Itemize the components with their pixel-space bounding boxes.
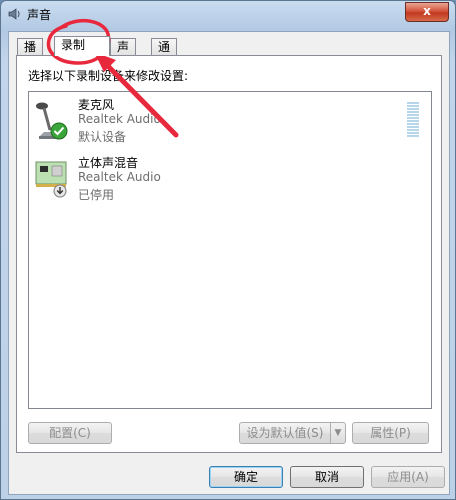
device-driver: Realtek Audio xyxy=(78,170,161,184)
device-name: 麦克风 xyxy=(78,98,115,112)
window-title: 声音 xyxy=(27,8,52,22)
sound-dialog: 声音 x 播放 录制 声音 通信 选择以下录制设备来修改设置: xyxy=(0,0,456,500)
device-status: 默认设备 xyxy=(78,130,127,144)
list-item-stereo-mix[interactable]: 立体声混音 Realtek Audio 已停用 xyxy=(29,154,409,210)
device-name: 立体声混音 xyxy=(78,156,139,170)
tab-playback[interactable]: 播放 xyxy=(17,38,44,70)
recording-panel: 选择以下录制设备来修改设置: 麦克风 Realtek Audio 默认设备 立体… xyxy=(16,55,442,453)
set-default-dropdown[interactable]: ▼ xyxy=(330,422,346,444)
instruction-text: 选择以下录制设备来修改设置: xyxy=(28,69,189,83)
configure-button[interactable]: 配置(C) xyxy=(28,422,112,444)
disabled-arrow-icon xyxy=(53,184,67,198)
chevron-down-icon: ▼ xyxy=(334,428,342,438)
tab-recording[interactable]: 录制 xyxy=(54,36,110,56)
tab-sounds[interactable]: 声音 xyxy=(110,38,137,70)
level-meter xyxy=(407,102,419,138)
speaker-icon xyxy=(8,8,20,20)
title-bar[interactable]: 声音 x xyxy=(1,1,455,27)
dialog-client-area: 播放 录制 声音 通信 选择以下录制设备来修改设置: xyxy=(8,31,450,495)
cancel-button[interactable]: 取消 xyxy=(290,466,364,488)
apply-button[interactable]: 应用(A) xyxy=(371,466,445,488)
list-item-microphone[interactable]: 麦克风 Realtek Audio 默认设备 xyxy=(29,96,419,152)
tab-communications[interactable]: 通信 xyxy=(151,38,178,70)
device-driver: Realtek Audio xyxy=(78,112,161,126)
set-default-button[interactable]: 设为默认值(S) xyxy=(239,422,331,444)
close-icon: x xyxy=(423,4,431,18)
properties-button[interactable]: 属性(P) xyxy=(352,422,429,444)
ok-button[interactable]: 确定 xyxy=(209,466,283,488)
device-list[interactable]: 麦克风 Realtek Audio 默认设备 立体声混音 Realtek Aud… xyxy=(28,91,432,409)
device-status: 已停用 xyxy=(78,188,115,202)
default-check-icon xyxy=(50,122,68,140)
close-button[interactable]: x xyxy=(405,2,449,22)
